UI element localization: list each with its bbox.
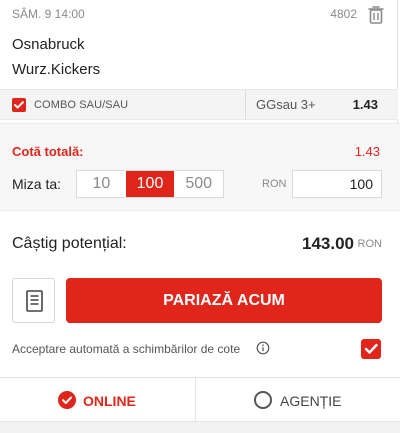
mode-tabs: ONLINE AGENȚIE [0, 377, 400, 422]
potential-win-label: Câștig potențial: [12, 235, 127, 252]
market-name: COMBO SAU/SAU [34, 99, 129, 111]
document-icon [26, 290, 43, 312]
potential-win-value: 143.00 [302, 234, 354, 253]
auto-accept-label: Acceptare automată a schimbărilor de cot… [12, 342, 241, 356]
stake-section: Cotă totală: 1.43 Miza ta: 10 100 500 RO… [0, 123, 400, 210]
total-odds-label: Cotă totală: [12, 144, 84, 159]
betslip-button[interactable] [12, 278, 55, 323]
event-id: 4802 [330, 7, 357, 21]
total-odds-value: 1.43 [354, 144, 380, 159]
stake-input[interactable] [292, 170, 382, 198]
tab-agency[interactable]: AGENȚIE [196, 378, 400, 422]
radio-unchecked-icon [254, 391, 272, 409]
quick-stake-100[interactable]: 100 [125, 171, 175, 197]
divider [245, 90, 246, 119]
potential-win-currency: RON [357, 238, 382, 250]
selection-odds: 1.43 [352, 97, 378, 112]
check-icon [364, 343, 378, 354]
tab-online[interactable]: ONLINE [0, 378, 196, 422]
quick-stake-10[interactable]: 10 [77, 171, 126, 197]
radio-checked-icon [58, 391, 76, 409]
info-icon[interactable] [256, 341, 270, 355]
event-date-time: SÂM. 9 14:00 [12, 7, 85, 21]
tab-online-label: ONLINE [83, 393, 136, 409]
auto-accept-checkbox[interactable] [361, 339, 381, 359]
trash-icon[interactable] [367, 5, 385, 25]
bottom-strip [0, 422, 400, 433]
market-checkbox[interactable] [12, 98, 26, 112]
market-row: COMBO SAU/SAU GGsau 3+ 1.43 [0, 89, 398, 120]
check-icon [14, 101, 24, 109]
stake-currency: RON [262, 178, 287, 190]
home-team: Osnabruck [12, 36, 85, 53]
away-team: Wurz.Kickers [12, 61, 101, 78]
selection-name: GGsau 3+ [256, 97, 316, 112]
bet-header: SÂM. 9 14:00 4802 [12, 5, 385, 25]
quick-stake-group: 10 100 500 [76, 170, 224, 198]
bet-card: SÂM. 9 14:00 4802 Osnabruck Wurz.Kickers… [0, 0, 398, 123]
place-bet-button[interactable]: PARIAZĂ ACUM [66, 278, 382, 323]
summary-section: Câștig potențial: 143.00 RON PARIAZĂ ACU… [0, 210, 400, 377]
quick-stake-500[interactable]: 500 [174, 171, 223, 197]
tab-agency-label: AGENȚIE [280, 393, 342, 409]
stake-label: Miza ta: [12, 176, 62, 192]
